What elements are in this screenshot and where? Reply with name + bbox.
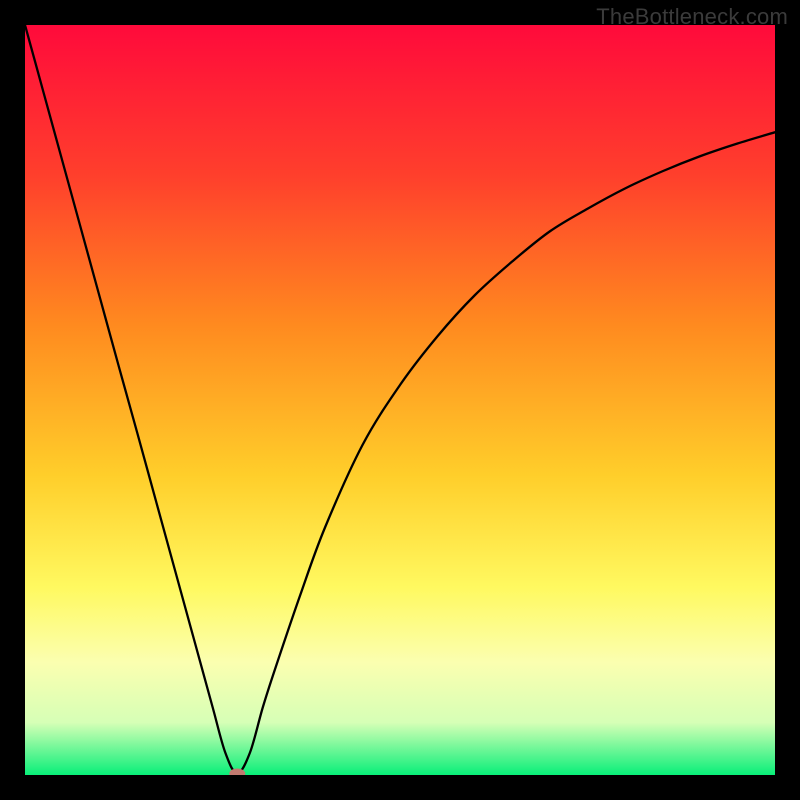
chart-frame: TheBottleneck.com (0, 0, 800, 800)
plot-area (25, 25, 775, 775)
chart-svg (25, 25, 775, 775)
watermark-text: TheBottleneck.com (596, 4, 788, 30)
gradient-background (25, 25, 775, 775)
